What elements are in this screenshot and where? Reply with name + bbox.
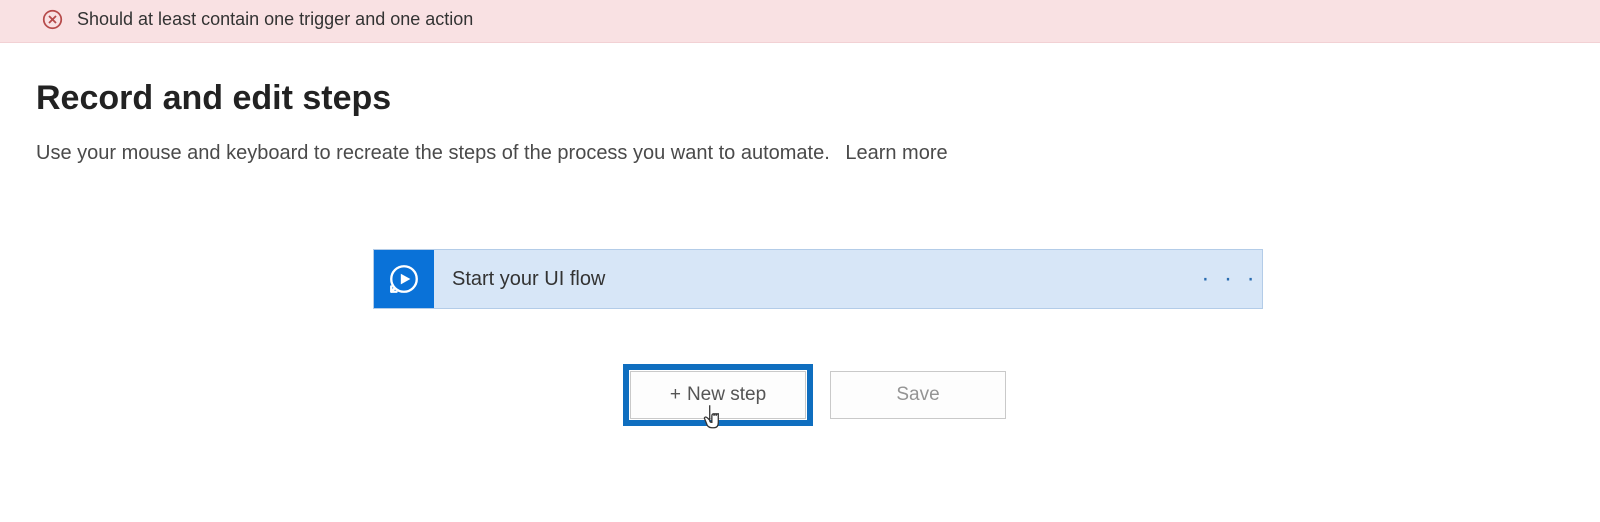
content-area: Record and edit steps Use your mouse and… (0, 43, 1600, 419)
new-step-label: New step (687, 384, 766, 406)
plus-icon: + (670, 384, 681, 406)
subtitle-text: Use your mouse and keyboard to recreate … (36, 142, 830, 164)
learn-more-link[interactable]: Learn more (845, 142, 947, 164)
new-step-button[interactable]: + New step (630, 371, 806, 419)
flow-canvas: Start your UI flow · · · + New step Save (36, 249, 1600, 419)
error-circle-icon (42, 9, 63, 30)
action-button-row: + New step Save (630, 371, 1006, 419)
step-menu-ellipsis-icon[interactable]: · · · (1198, 250, 1262, 308)
page-subtitle: Use your mouse and keyboard to recreate … (36, 142, 1600, 165)
flow-step-card[interactable]: Start your UI flow · · · (373, 249, 1263, 309)
error-message: Should at least contain one trigger and … (77, 9, 473, 30)
save-button[interactable]: Save (830, 371, 1006, 419)
pointer-cursor-icon (701, 402, 727, 432)
error-banner: Should at least contain one trigger and … (0, 0, 1600, 43)
record-play-icon (374, 250, 434, 308)
save-label: Save (896, 384, 939, 406)
flow-step-label: Start your UI flow (434, 250, 1198, 308)
page-title: Record and edit steps (36, 79, 1600, 118)
